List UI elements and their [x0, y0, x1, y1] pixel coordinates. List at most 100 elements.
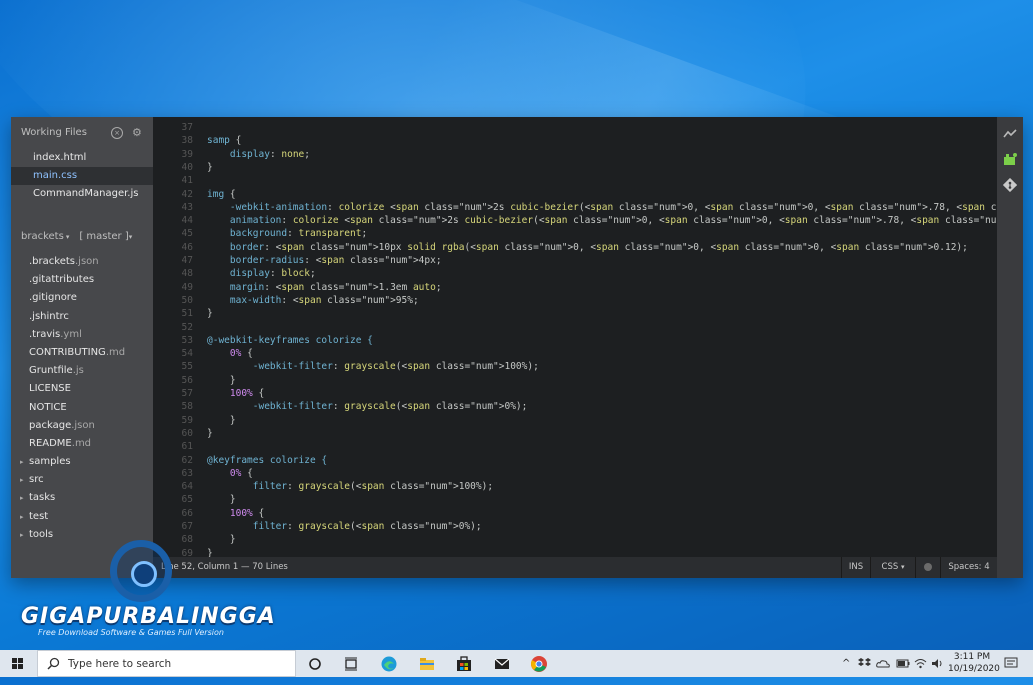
code-text: img { — [207, 188, 236, 200]
indent-setting[interactable]: Spaces: 4 — [940, 557, 997, 578]
line-number: 54 — [181, 348, 193, 360]
close-all-icon[interactable]: × — [111, 127, 123, 139]
code-text: display: block; — [229, 268, 316, 280]
working-file-item[interactable]: CommandManager.js — [11, 185, 153, 203]
tree-file[interactable]: .travis.yml — [11, 326, 153, 344]
windows-start-icon[interactable] — [0, 650, 36, 677]
tree-file[interactable]: README.md — [11, 435, 153, 453]
line-number: 63 — [181, 467, 193, 479]
tree-item-ext: .md — [105, 346, 126, 358]
wifi-icon[interactable] — [914, 657, 927, 670]
onedrive-icon[interactable] — [876, 657, 890, 670]
live-preview-icon[interactable] — [1003, 127, 1017, 141]
line-number: 42 — [181, 188, 193, 200]
line-number: 68 — [181, 534, 193, 546]
branch-name[interactable]: [ master ] — [79, 231, 128, 242]
line-number: 62 — [181, 454, 193, 466]
tree-item-name: tools — [29, 528, 54, 540]
working-files-title: Working Files — [21, 127, 87, 138]
linting-status[interactable] — [915, 557, 940, 578]
chevron-down-icon: ▾ — [900, 563, 905, 571]
notification-icon[interactable] — [1004, 656, 1018, 670]
taskbar: Type here to search ^ 3:11 PM 10/19/2020 — [0, 650, 1033, 677]
chrome-icon[interactable] — [530, 655, 548, 673]
tree-item-ext: .js — [72, 365, 84, 377]
caret-right-icon: ▸ — [20, 476, 24, 485]
code-text: } — [207, 494, 236, 506]
line-number: 65 — [181, 494, 193, 506]
code-text: } — [207, 161, 213, 173]
tree-folder[interactable]: ▸ test — [11, 508, 153, 526]
chevron-down-icon: ▾ — [128, 233, 133, 241]
line-number: 55 — [181, 361, 193, 373]
status-bar: Line 52, Column 1 — 70 Lines INS CSS ▾ S… — [153, 557, 997, 578]
show-hidden-icons[interactable]: ^ — [842, 658, 850, 685]
clock[interactable]: 3:11 PM 10/19/2020 — [948, 651, 1000, 678]
code-text: } — [207, 308, 213, 320]
tree-folder[interactable]: ▸ src — [11, 471, 153, 489]
line-number: 44 — [181, 215, 193, 227]
insert-mode[interactable]: INS — [841, 557, 870, 578]
tree-item-name: .brackets — [29, 256, 75, 267]
code-text: } — [207, 427, 213, 439]
task-view-icon[interactable] — [342, 655, 360, 673]
tree-item-name: samples — [29, 456, 71, 468]
mail-icon[interactable] — [493, 655, 511, 673]
line-number: 45 — [181, 228, 193, 240]
battery-icon[interactable] — [896, 658, 910, 669]
code-editor[interactable]: 37 38 samp {39 display: none; 40} 41 42 img {4… — [153, 117, 997, 557]
caret-right-icon: ▸ — [20, 512, 24, 521]
code-text: -webkit-animation: colorize <span class=… — [229, 201, 997, 213]
brackets-editor-window: Working Files × ⚙ index.html main.css Comm… — [11, 117, 1023, 578]
volume-icon[interactable] — [931, 657, 944, 670]
tree-folder[interactable]: ▸ tasks — [11, 489, 153, 507]
tree-file[interactable]: .gitignore — [11, 289, 153, 307]
gear-icon[interactable]: ⚙ — [132, 126, 142, 139]
line-number: 50 — [181, 294, 193, 306]
caret-right-icon: ▸ — [20, 530, 24, 539]
line-number: 66 — [181, 507, 193, 519]
clock-time: 3:11 PM — [953, 652, 991, 662]
taskbar-search[interactable]: Type here to search — [37, 650, 296, 677]
language-select[interactable]: CSS ▾ — [870, 557, 915, 578]
dropbox-icon[interactable] — [858, 657, 871, 670]
tree-item-name: test — [29, 510, 49, 522]
status-dot-icon — [924, 563, 932, 571]
line-number: 52 — [181, 321, 193, 333]
code-text: border: <span class="num">10px solid rgb… — [229, 241, 968, 253]
line-number: 37 — [181, 122, 193, 133]
tree-file[interactable]: CONTRIBUTING.md — [11, 344, 153, 362]
line-number: 57 — [181, 388, 193, 399]
file-explorer-icon[interactable] — [418, 655, 436, 673]
project-name[interactable]: brackets — [21, 231, 64, 242]
tree-file[interactable]: LICENSE — [11, 380, 153, 398]
working-file-item[interactable]: main.css — [11, 167, 153, 185]
search-placeholder: Type here to search — [68, 658, 172, 670]
tree-item-name: .jshintrc — [29, 310, 69, 322]
git-icon[interactable] — [1003, 178, 1017, 192]
code-text: } — [207, 374, 236, 386]
working-file-item[interactable]: index.html — [11, 149, 153, 167]
edge-browser-icon[interactable] — [380, 655, 398, 673]
tree-file[interactable]: Gruntfile.js — [11, 362, 153, 380]
microsoft-store-icon[interactable] — [455, 655, 473, 673]
code-text: animation: colorize <span class="num">2s… — [229, 215, 997, 227]
tree-file[interactable]: .brackets.json — [11, 253, 153, 271]
tree-file[interactable]: .gitattributes — [11, 271, 153, 289]
line-number: 59 — [181, 414, 193, 426]
tree-file[interactable]: NOTICE — [11, 399, 153, 417]
tree-file[interactable]: package.json — [11, 417, 153, 435]
code-text: background: transparent; — [229, 228, 368, 240]
code-text: 100% { — [229, 388, 265, 399]
watermark-title: GIGAPURBALINGGA — [21, 604, 276, 629]
code-text: 0% { — [229, 467, 253, 479]
tree-item-ext: .json — [74, 256, 99, 267]
code-text: 0% { — [229, 348, 253, 360]
tree-file[interactable]: .jshintrc — [11, 308, 153, 326]
code-text: 100% { — [229, 507, 265, 519]
tree-item-name: .gitignore — [29, 292, 77, 304]
task-view-circle-icon[interactable] — [306, 655, 324, 673]
extension-manager-icon[interactable] — [1003, 152, 1017, 166]
tree-folder[interactable]: ▸ samples — [11, 453, 153, 471]
project-header[interactable]: brackets ▾[ master ]▾ — [21, 231, 140, 242]
